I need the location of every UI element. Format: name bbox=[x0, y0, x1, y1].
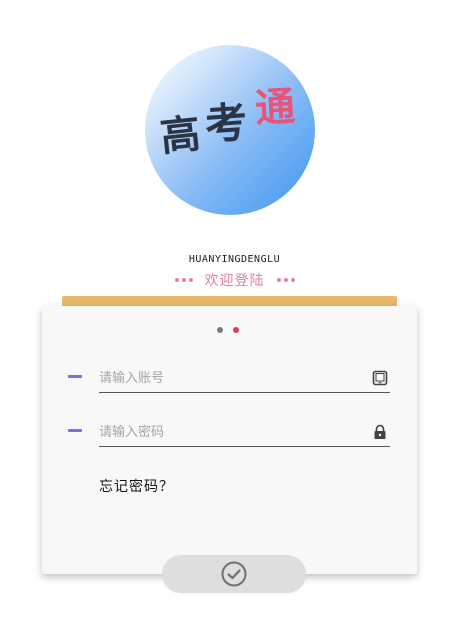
decor-dots-right bbox=[276, 278, 295, 282]
password-field-marker bbox=[68, 429, 82, 432]
welcome-title: 欢迎登陆 bbox=[204, 273, 265, 289]
decor-dots-left bbox=[174, 278, 193, 282]
lock-icon bbox=[374, 424, 386, 439]
check-circle-icon bbox=[221, 561, 247, 587]
password-field bbox=[99, 420, 390, 447]
page-dot-2[interactable] bbox=[233, 327, 239, 333]
logo-char-1: 高 bbox=[158, 110, 203, 161]
forgot-password-link[interactable]: 忘记密码？ bbox=[99, 476, 174, 496]
welcome-pinyin: HUANYINGDENGLU bbox=[188, 254, 281, 265]
account-field bbox=[99, 366, 390, 393]
login-submit-button[interactable] bbox=[162, 555, 306, 593]
password-input[interactable] bbox=[99, 420, 359, 444]
welcome-row: 欢迎登陆 bbox=[0, 270, 469, 290]
logo-char-2: 考 bbox=[203, 97, 249, 150]
logo-char-3: 通 bbox=[253, 82, 297, 133]
page-dot-1[interactable] bbox=[217, 327, 223, 333]
account-field-marker bbox=[68, 375, 82, 378]
app-logo: 高 考 通 bbox=[145, 45, 315, 215]
page-indicator bbox=[217, 327, 239, 333]
account-input[interactable] bbox=[99, 366, 359, 390]
tablet-icon bbox=[372, 370, 388, 386]
